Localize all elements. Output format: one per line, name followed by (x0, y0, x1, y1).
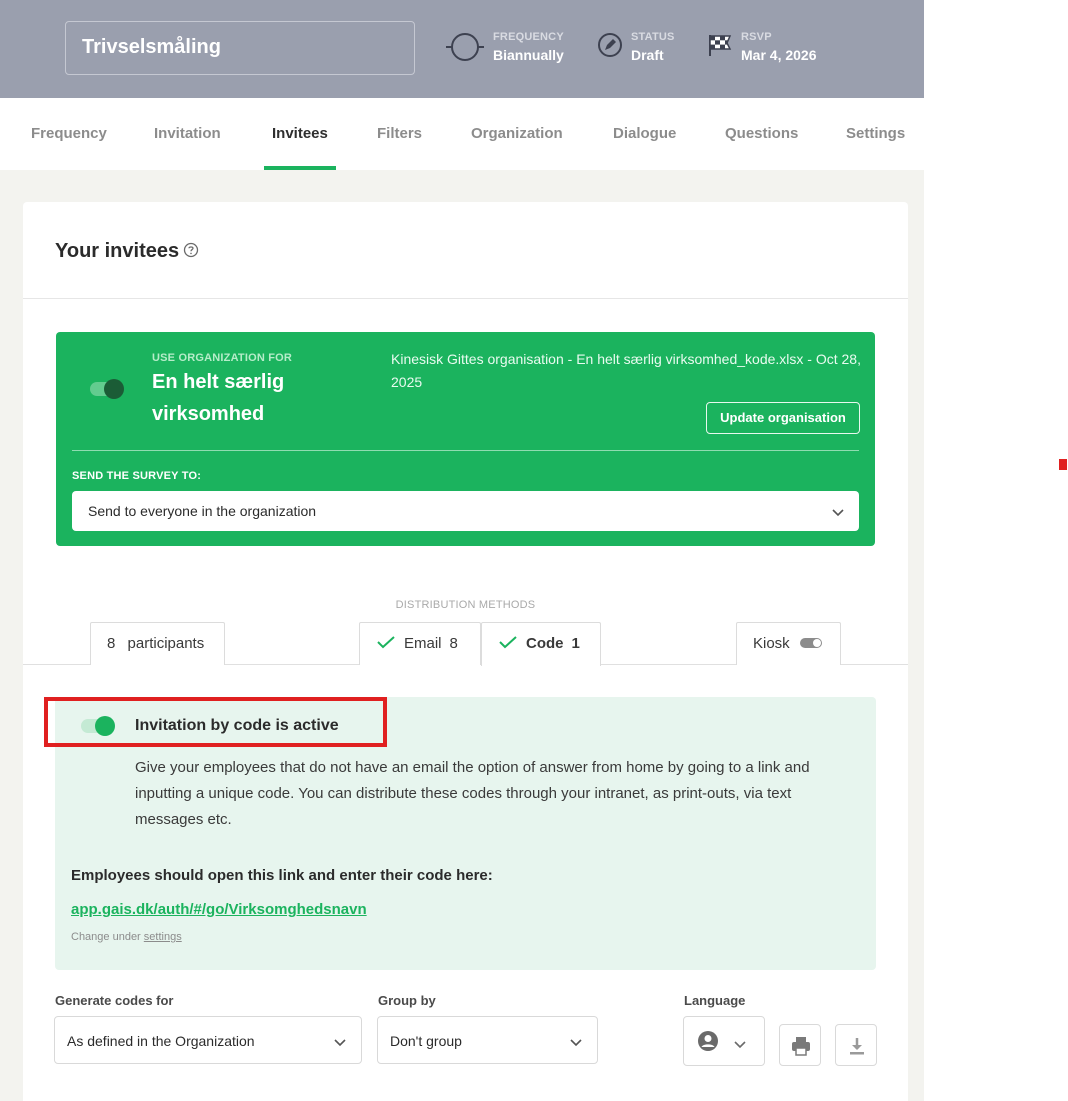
code-tab[interactable]: Code 1 (481, 622, 601, 666)
survey-title-field[interactable]: Trivselsmåling (65, 21, 415, 75)
group-by-value: Don't group (390, 1033, 462, 1049)
user-circle-icon (697, 1030, 719, 1057)
checkered-flag-icon (707, 32, 733, 63)
organization-panel: USE ORGANIZATION FOR En helt særlig virk… (56, 332, 875, 546)
tab-dialogue[interactable]: Dialogue (613, 98, 676, 170)
participants-label: participants (127, 635, 205, 652)
print-button[interactable] (779, 1024, 821, 1066)
code-description: Give your employees that do not have an … (135, 759, 810, 828)
chevron-down-icon (831, 505, 845, 521)
send-survey-value: Send to everyone in the organization (88, 503, 317, 519)
group-by-select[interactable]: Don't group (377, 1016, 598, 1064)
survey-header: Trivselsmåling FREQUENCY Biannually STAT… (0, 0, 924, 98)
generate-codes-label: Generate codes for (55, 993, 174, 1008)
email-tab[interactable]: Email 8 (359, 622, 481, 665)
check-icon (376, 635, 404, 652)
rsvp-value: Mar 4, 2026 (741, 47, 817, 63)
tab-frequency[interactable]: Frequency (31, 98, 107, 170)
chevron-down-icon (733, 1037, 747, 1055)
tab-filters[interactable]: Filters (377, 98, 422, 170)
chevron-down-icon (333, 1035, 347, 1051)
kiosk-tab[interactable]: Kiosk (736, 622, 841, 665)
code-login-link[interactable]: app.gais.dk/auth/#/go/Virksomghedsnavn (71, 901, 367, 918)
status-value: Draft (631, 47, 664, 63)
email-tab-label: Email (404, 635, 442, 652)
rsvp-meta: RSVP Mar 4, 2026 (707, 30, 817, 65)
check-icon (498, 635, 526, 652)
status-meta: STATUS Draft (597, 30, 675, 65)
frequency-meta: FREQUENCY Biannually (445, 30, 564, 67)
kiosk-tab-label: Kiosk (753, 635, 790, 652)
edit-circle-icon (597, 32, 623, 63)
generate-codes-value: As defined in the Organization (67, 1033, 255, 1049)
participants-tab[interactable]: 8 participants (90, 622, 225, 665)
generate-codes-select[interactable]: As defined in the Organization (54, 1016, 362, 1064)
code-count: 1 (571, 635, 580, 652)
survey-tabs: Frequency Invitation Invitees Filters Or… (0, 98, 924, 170)
organization-file-info: Kinesisk Gittes organisation - En helt s… (391, 351, 861, 390)
rsvp-label: RSVP (741, 31, 772, 43)
change-settings-note: Change under settings (71, 931, 182, 943)
distribution-methods-label: DISTRIBUTION METHODS (395, 599, 536, 611)
organization-name: En helt særlig virksomhed (152, 371, 285, 425)
settings-link[interactable]: settings (144, 931, 182, 943)
use-organization-label: USE ORGANIZATION FOR (152, 352, 293, 364)
frequency-label: FREQUENCY (493, 31, 564, 43)
tab-settings[interactable]: Settings (846, 98, 905, 170)
tab-invitees[interactable]: Invitees (264, 98, 336, 170)
qr-code-fragment (792, 1096, 860, 1101)
language-select[interactable] (683, 1016, 765, 1066)
send-survey-select[interactable]: Send to everyone in the organization (72, 491, 859, 531)
kiosk-toggle[interactable] (799, 638, 822, 649)
status-label: STATUS (631, 31, 675, 43)
cycle-icon (445, 32, 485, 67)
chevron-down-icon (569, 1035, 583, 1051)
participants-count: 8 (107, 635, 116, 652)
code-tab-label: Code (526, 635, 564, 652)
language-label: Language (684, 993, 746, 1008)
tab-organization[interactable]: Organization (471, 98, 563, 170)
download-button[interactable] (835, 1024, 877, 1066)
divider (72, 450, 859, 451)
card-title: Your invitees (55, 240, 180, 262)
red-marker (1059, 459, 1067, 470)
tab-invitation[interactable]: Invitation (154, 98, 221, 170)
change-prefix: Change under (71, 931, 141, 943)
send-survey-label: SEND THE SURVEY TO: (72, 470, 202, 482)
highlight-box (44, 697, 387, 747)
organization-toggle[interactable] (90, 379, 124, 399)
email-count: 8 (449, 635, 458, 652)
help-icon[interactable] (183, 242, 199, 263)
tab-questions[interactable]: Questions (725, 98, 798, 170)
frequency-value: Biannually (493, 47, 564, 63)
invitees-card: Your invitees USE ORGANIZATION FOR En he… (23, 202, 908, 1101)
group-by-label: Group by (378, 993, 436, 1008)
update-organisation-button[interactable]: Update organisation (706, 402, 860, 434)
divider (23, 298, 908, 299)
open-link-instruction: Employees should open this link and ente… (71, 867, 493, 884)
